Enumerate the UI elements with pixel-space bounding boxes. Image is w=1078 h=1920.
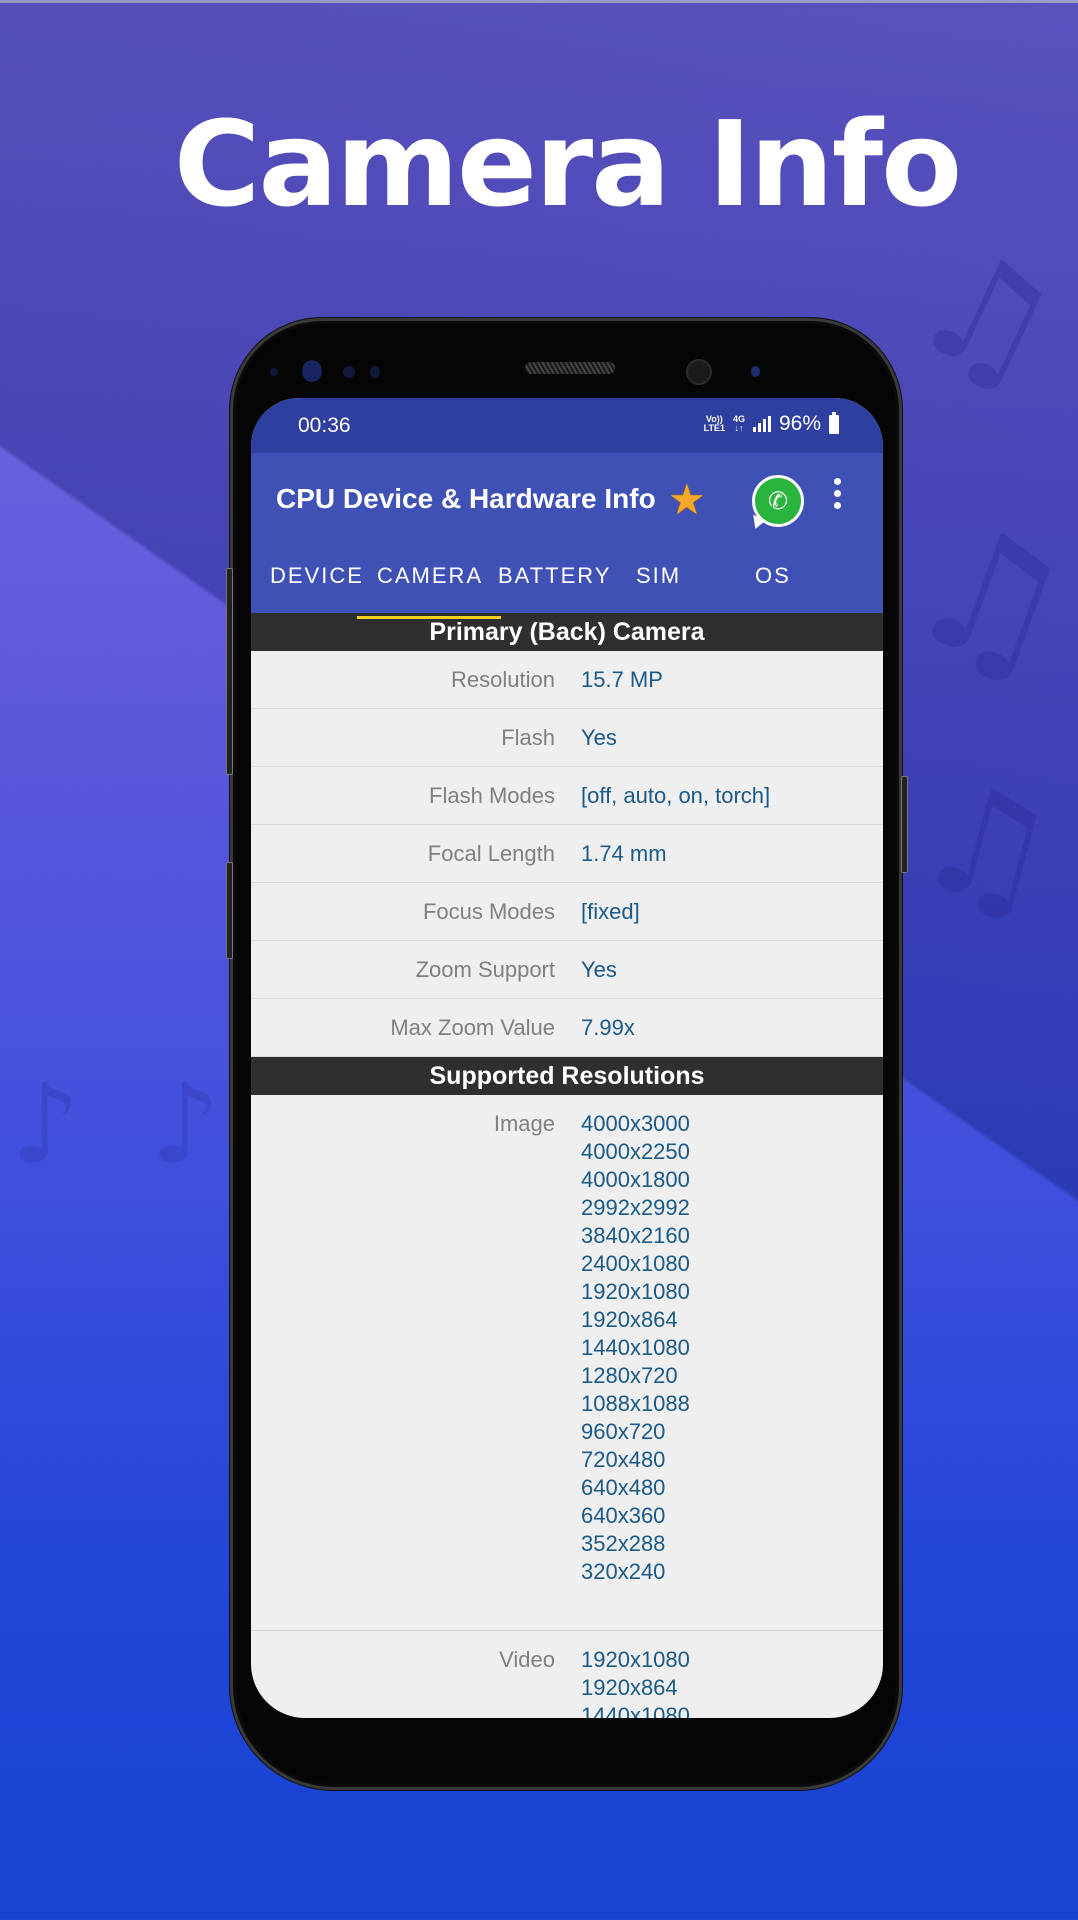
image-resolution-item: 2992x2992 (581, 1195, 690, 1220)
image-resolution-item: 4000x3000 (581, 1111, 690, 1136)
tab-sim[interactable]: SIM (636, 563, 681, 613)
bixby-button[interactable] (226, 568, 233, 775)
image-resolution-item: 352x288 (581, 1531, 666, 1556)
camera-info-row: Flash Modes [off, auto, on, torch] (251, 767, 883, 825)
music-note-decoration-icon: ♫ (889, 209, 1078, 425)
video-label: Video (499, 1647, 555, 1672)
music-note-decoration-icon: ♫ (885, 479, 1078, 719)
row-value: [off, auto, on, torch] (581, 782, 771, 808)
tab-os[interactable]: OS (755, 563, 791, 613)
video-resolution-item: 1440x1080 (581, 1703, 690, 1718)
row-label: Zoom Support (415, 956, 555, 982)
network-label: 4G (732, 414, 745, 424)
status-icons: Vo)) LTE1 4G ↓↑ 96% (703, 411, 839, 436)
image-resolution-item: 1280x720 (581, 1363, 678, 1388)
row-label: Focal Length (427, 840, 555, 866)
music-note-decoration-icon: ♪ (150, 1060, 221, 1188)
image-resolution-item: 640x480 (581, 1475, 666, 1500)
row-label: Flash (501, 724, 555, 750)
signal-strength-icon (752, 416, 771, 432)
iris-scanner-icon (302, 360, 322, 382)
image-resolution-item: 720x480 (581, 1447, 666, 1472)
sensor-dot-icon (751, 366, 760, 377)
4g-data-icon: 4G ↓↑ (732, 414, 745, 433)
sensor-dot-icon (270, 368, 278, 376)
image-resolution-item: 320x240 (581, 1559, 666, 1584)
status-bar: 00:36 Vo)) LTE1 4G ↓↑ 96% (251, 398, 883, 453)
row-label: Focus Modes (422, 898, 555, 924)
row-value: Yes (581, 956, 617, 982)
row-value: 15.7 MP (581, 666, 663, 692)
video-resolution-item: 1920x1080 (581, 1647, 690, 1672)
volume-button[interactable] (226, 862, 233, 959)
music-note-decoration-icon: ♫ (899, 745, 1075, 949)
camera-info-row: Resolution 15.7 MP (251, 651, 883, 709)
image-resolution-item: 960x720 (581, 1419, 666, 1444)
image-resolution-item: 1920x1080 (581, 1279, 690, 1304)
sensor-dot-icon (370, 366, 380, 378)
sensor-dot-icon (343, 366, 355, 378)
row-label: Flash Modes (429, 782, 555, 808)
row-value: 7.99x (581, 1014, 635, 1040)
tab-device[interactable]: DEVICE (270, 563, 364, 613)
more-vert-icon[interactable] (834, 478, 842, 509)
earpiece-speaker (525, 362, 615, 374)
image-resolution-item: 1920x864 (581, 1307, 678, 1332)
video-resolution-list: 1920x1080 1920x864 1440x1080 (581, 1631, 690, 1718)
primary-camera-heading: Primary (Back) Camera (251, 613, 883, 651)
image-resolution-item: 1440x1080 (581, 1335, 690, 1360)
camera-info-row: Flash Yes (251, 709, 883, 767)
video-resolutions-block: Video 1920x1080 1920x864 1440x1080 (251, 1631, 883, 1718)
camera-info-row: Max Zoom Value 7.99x (251, 999, 883, 1057)
tab-battery[interactable]: BATTERY (498, 563, 611, 613)
row-label: Max Zoom Value (390, 1014, 555, 1040)
camera-info-row: Focal Length 1.74 mm (251, 825, 883, 883)
camera-info-list: Resolution 15.7 MP Flash Yes Flash Modes [off… (251, 651, 883, 1057)
image-resolution-item: 640x360 (581, 1503, 666, 1528)
battery-icon (829, 411, 839, 434)
image-resolution-item: 3840x2160 (581, 1223, 690, 1248)
image-resolution-item: 2400x1080 (581, 1251, 690, 1276)
video-resolution-item: 1920x864 (581, 1675, 678, 1700)
app-bar: CPU Device & Hardware Info ★ ✆ DEVICE CA… (251, 453, 883, 619)
music-note-decoration-icon: ♪ (10, 1060, 81, 1188)
top-edge-line (0, 0, 1078, 3)
whatsapp-icon[interactable]: ✆ (752, 475, 804, 527)
phone-screen: 00:36 Vo)) LTE1 4G ↓↑ 96% CPU Device & Har… (251, 398, 883, 1718)
row-label: Resolution (451, 666, 555, 692)
power-button[interactable] (901, 776, 908, 873)
supported-resolutions-heading: Supported Resolutions (251, 1057, 883, 1095)
camera-info-row: Zoom Support Yes (251, 941, 883, 999)
app-title: CPU Device & Hardware Info (276, 483, 656, 514)
tab-camera[interactable]: CAMERA (356, 563, 502, 619)
image-resolution-item: 4000x1800 (581, 1167, 690, 1192)
star-icon[interactable]: ★ (668, 475, 706, 524)
front-camera-icon (686, 359, 712, 385)
row-value: [fixed] (581, 898, 640, 924)
row-value: 1.74 mm (581, 840, 667, 866)
image-label: Image (493, 1111, 555, 1136)
volte-icon: Vo)) LTE1 (703, 414, 725, 433)
tab-bar: DEVICE CAMERA BATTERY SIM OS (251, 563, 883, 619)
image-resolution-list: 4000x3000 4000x2250 4000x1800 2992x2992 3840… (581, 1095, 690, 1630)
image-resolutions-block: Image 4000x3000 4000x2250 4000x1800 2992x29… (251, 1095, 883, 1631)
hero-title: Camera Info (173, 95, 962, 233)
status-time: 00:36 (298, 414, 351, 437)
row-value: Yes (581, 724, 617, 750)
image-resolution-item: 4000x2250 (581, 1139, 690, 1164)
battery-percent: 96% (778, 412, 821, 435)
camera-info-row: Focus Modes [fixed] (251, 883, 883, 941)
image-resolution-item: 1088x1088 (581, 1391, 690, 1416)
